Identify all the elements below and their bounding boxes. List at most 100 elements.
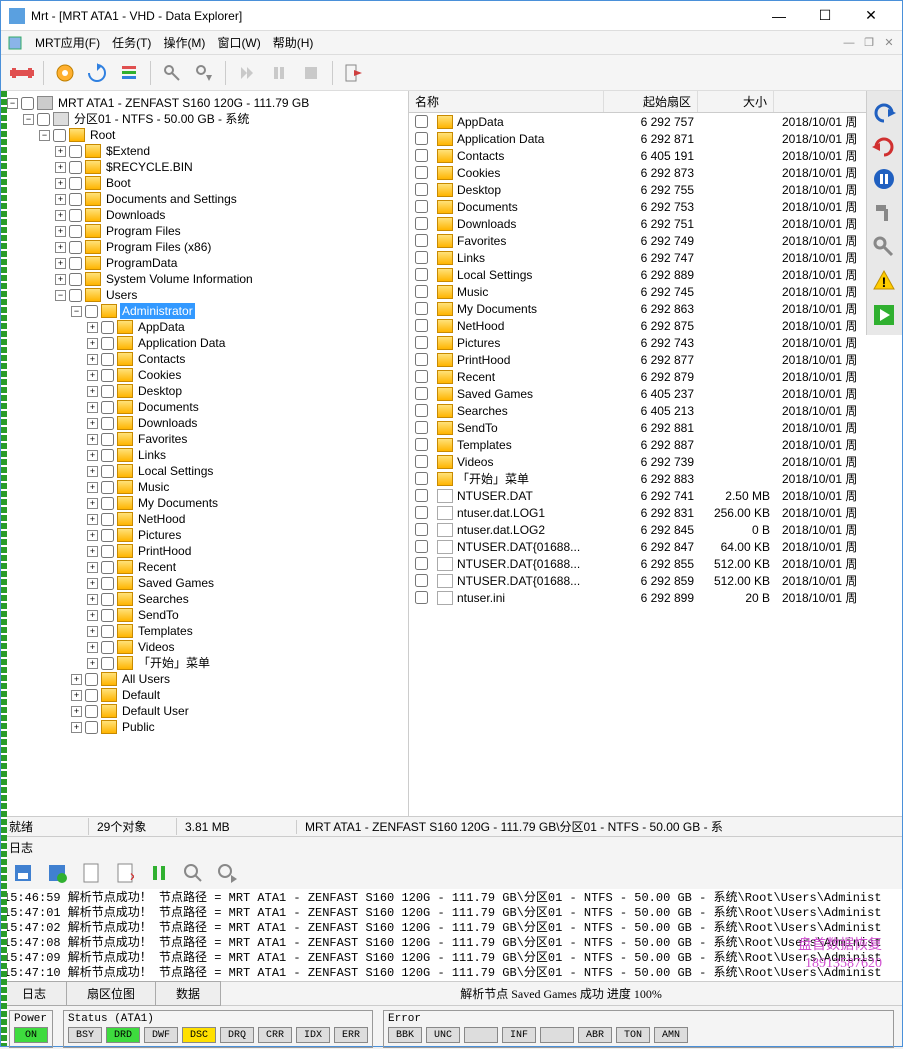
expand-toggle[interactable]: + [87,594,98,605]
expand-toggle[interactable]: + [87,370,98,381]
tree-label[interactable]: Cookies [136,367,183,383]
tree-checkbox[interactable] [85,673,98,686]
expand-toggle[interactable]: − [7,98,18,109]
save-green-icon[interactable] [45,861,69,885]
row-checkbox[interactable] [415,251,428,264]
tree-label[interactable]: My Documents [136,495,220,511]
expand-toggle[interactable]: + [55,194,66,205]
row-checkbox[interactable] [415,574,428,587]
list-row[interactable]: Application Data6 292 8712018/10/01 周 [409,130,902,147]
tree-label[interactable]: Users [104,287,139,303]
row-checkbox[interactable] [415,285,428,298]
tree-label[interactable]: NetHood [136,511,187,527]
minimize-button[interactable]: — [756,2,802,30]
tree-checkbox[interactable] [101,513,114,526]
tree-checkbox[interactable] [101,353,114,366]
list-row[interactable]: Cookies6 292 8732018/10/01 周 [409,164,902,181]
expand-toggle[interactable]: + [87,610,98,621]
expand-toggle[interactable]: + [87,546,98,557]
tree-label[interactable]: PrintHood [136,543,193,559]
list-row[interactable]: AppData6 292 7572018/10/01 周 [409,113,902,130]
tree-checkbox[interactable] [101,385,114,398]
expand-toggle[interactable]: + [55,162,66,173]
list-row[interactable]: Links6 292 7472018/10/01 周 [409,249,902,266]
exit-icon[interactable] [339,58,369,88]
expand-toggle[interactable]: + [87,322,98,333]
save-icon[interactable] [11,861,35,885]
pause-icon[interactable] [264,58,294,88]
row-checkbox[interactable] [415,591,428,604]
menu-item[interactable]: 操作(M) [157,34,211,52]
tree-checkbox[interactable] [69,273,82,286]
list-row[interactable]: Recent6 292 8792018/10/01 周 [409,368,902,385]
list-row[interactable]: My Documents6 292 8632018/10/01 周 [409,300,902,317]
menu-item[interactable]: 窗口(W) [211,34,266,52]
tree-label[interactable]: Links [136,447,168,463]
tree-checkbox[interactable] [21,97,34,110]
tree-label[interactable]: Program Files (x86) [104,239,213,255]
expand-toggle[interactable]: + [55,226,66,237]
bottom-tab[interactable]: 数据 [155,981,221,1006]
expand-toggle[interactable]: + [87,354,98,365]
expand-toggle[interactable]: + [87,626,98,637]
key-down-icon[interactable] [189,58,219,88]
tree-label[interactable]: ProgramData [104,255,179,271]
expand-toggle[interactable]: + [87,338,98,349]
row-checkbox[interactable] [415,234,428,247]
list-row[interactable]: NetHood6 292 8752018/10/01 周 [409,317,902,334]
tree-label[interactable]: Program Files [104,223,183,239]
list-row[interactable]: NTUSER.DAT{01688...6 292 855512.00 KB201… [409,555,902,572]
row-checkbox[interactable] [415,506,428,519]
tree-checkbox[interactable] [101,609,114,622]
col-size[interactable]: 大小 [698,91,774,112]
expand-toggle[interactable]: + [71,722,82,733]
tree-label[interactable]: Recent [136,559,178,575]
tree-label[interactable]: $Extend [104,143,152,159]
row-checkbox[interactable] [415,166,428,179]
menu-item[interactable]: MRT应用(F) [29,34,106,52]
list-row[interactable]: ntuser.dat.LOG26 292 8450 B2018/10/01 周 [409,521,902,538]
row-checkbox[interactable] [415,217,428,230]
tree-label[interactable]: Default User [120,703,191,719]
list-row[interactable]: Music6 292 7452018/10/01 周 [409,283,902,300]
mdi-close-button[interactable]: ✕ [882,36,896,50]
expand-toggle[interactable]: + [71,690,82,701]
expand-toggle[interactable]: + [87,530,98,541]
redo-icon[interactable] [870,131,898,159]
expand-toggle[interactable]: + [87,514,98,525]
tree-label[interactable]: 「开始」菜单 [136,655,212,671]
list-row[interactable]: NTUSER.DAT{01688...6 292 859512.00 KB201… [409,572,902,589]
tree-checkbox[interactable] [69,289,82,302]
tree-label[interactable]: $RECYCLE.BIN [104,159,195,175]
tree-checkbox[interactable] [69,225,82,238]
row-checkbox[interactable] [415,489,428,502]
tree-label[interactable]: AppData [136,319,187,335]
row-checkbox[interactable] [415,557,428,570]
expand-toggle[interactable]: + [87,466,98,477]
tree-label[interactable]: Public [120,719,157,735]
tree-checkbox[interactable] [69,257,82,270]
undo-icon[interactable] [870,97,898,125]
tree-label[interactable]: Downloads [104,207,167,223]
list-row[interactable]: Downloads6 292 7512018/10/01 周 [409,215,902,232]
row-checkbox[interactable] [415,149,428,162]
tree-checkbox[interactable] [101,481,114,494]
row-checkbox[interactable] [415,455,428,468]
expand-toggle[interactable]: + [87,562,98,573]
tree-label[interactable]: Downloads [136,415,199,431]
expand-toggle[interactable]: + [87,498,98,509]
list-row[interactable]: Pictures6 292 7432018/10/01 周 [409,334,902,351]
tree-checkbox[interactable] [101,625,114,638]
tree-checkbox[interactable] [101,561,114,574]
row-checkbox[interactable] [415,319,428,332]
list-row[interactable]: ntuser.ini6 292 89920 B2018/10/01 周 [409,589,902,606]
mdi-minimize-button[interactable]: — [842,36,856,50]
tree-label[interactable]: Local Settings [136,463,215,479]
warning-icon[interactable]: ! [870,267,898,295]
search-next-icon[interactable] [215,861,239,885]
tree-checkbox[interactable] [101,433,114,446]
device-icon[interactable] [7,58,37,88]
row-checkbox[interactable] [415,438,428,451]
menu-item[interactable]: 任务(T) [106,34,157,52]
tree-label[interactable]: Music [136,479,171,495]
